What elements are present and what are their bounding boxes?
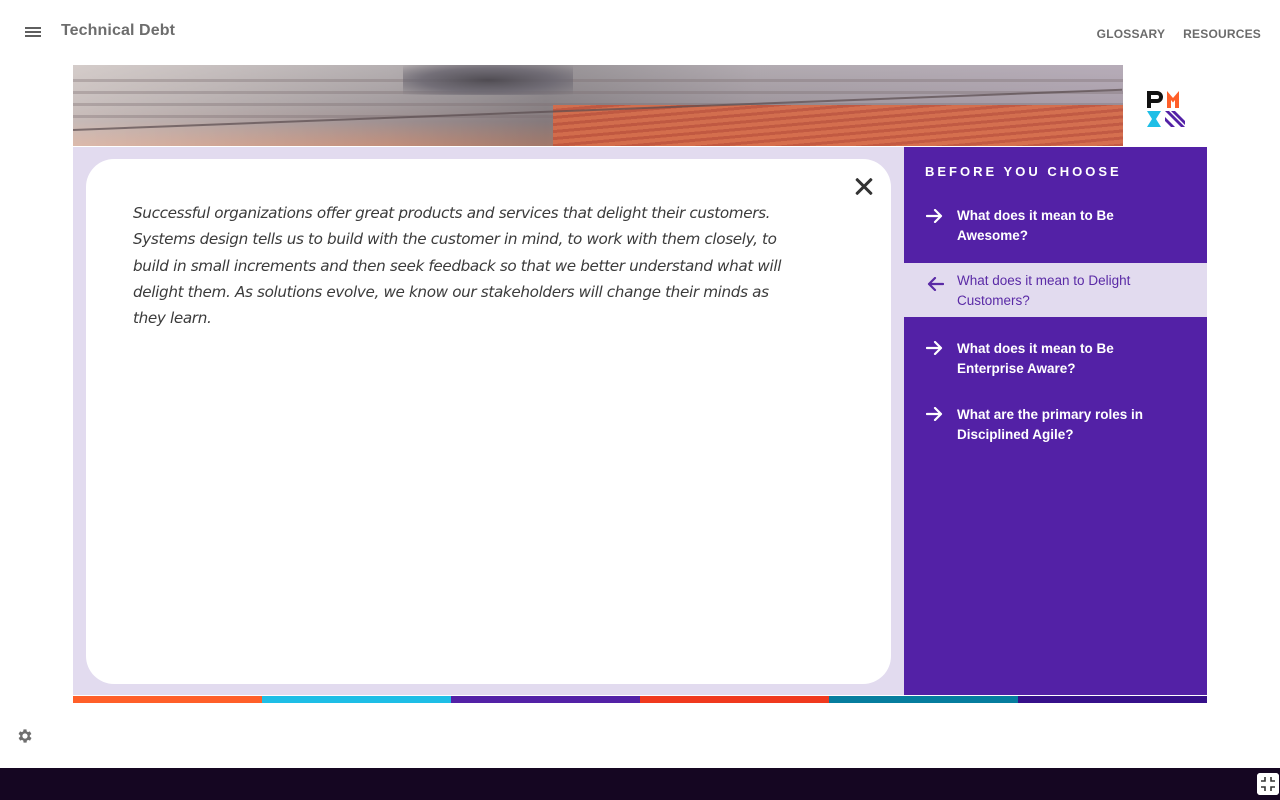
before-you-choose-panel: BEFORE YOU CHOOSE What does it mean to B… xyxy=(904,147,1207,695)
strip-segment xyxy=(451,696,640,703)
strip-segment xyxy=(640,696,829,703)
arrow-right-icon xyxy=(926,341,943,355)
sidebar-item-delight-customers[interactable]: What does it mean to Delight Customers? xyxy=(904,263,1207,317)
strip-segment xyxy=(1018,696,1207,703)
hamburger-menu-icon[interactable] xyxy=(22,22,44,42)
sidebar-item-label: What are the primary roles in Discipline… xyxy=(957,407,1144,442)
arrow-right-icon xyxy=(926,407,943,421)
arrow-left-icon xyxy=(927,277,944,291)
sidebar-item-label: What does it mean to Delight Customers? xyxy=(957,273,1131,308)
content-paragraph: Successful organizations offer great pro… xyxy=(133,204,782,328)
panel-title: BEFORE YOU CHOOSE xyxy=(925,164,1122,179)
header-banner-image xyxy=(73,65,1123,146)
bottom-bar xyxy=(0,768,1280,800)
exit-fullscreen-icon[interactable] xyxy=(1257,773,1279,795)
strip-segment xyxy=(262,696,451,703)
arrow-right-icon xyxy=(926,209,943,223)
top-nav: GLOSSARY RESOURCES xyxy=(1097,27,1261,41)
content-area: Successful organizations offer great pro… xyxy=(73,147,1207,695)
sidebar-item-label: What does it mean to Be Enterprise Aware… xyxy=(957,341,1114,376)
sidebar-item-be-awesome[interactable]: What does it mean to Be Awesome? xyxy=(904,201,1207,263)
top-bar: Technical Debt GLOSSARY RESOURCES xyxy=(0,0,1280,64)
pmi-logo xyxy=(1147,91,1185,127)
sidebar-item-primary-roles[interactable]: What are the primary roles in Discipline… xyxy=(904,399,1207,449)
gear-icon[interactable] xyxy=(16,727,34,745)
sidebar-item-label: What does it mean to Be Awesome? xyxy=(957,208,1114,243)
close-icon[interactable] xyxy=(852,175,876,199)
strip-segment xyxy=(73,696,262,703)
glossary-link[interactable]: GLOSSARY xyxy=(1097,27,1166,41)
brand-color-strip xyxy=(73,696,1207,703)
strip-segment xyxy=(829,696,1018,703)
content-card: Successful organizations offer great pro… xyxy=(86,159,891,684)
resources-link[interactable]: RESOURCES xyxy=(1183,27,1261,41)
sidebar-item-enterprise-aware[interactable]: What does it mean to Be Enterprise Aware… xyxy=(904,333,1207,383)
course-title: Technical Debt xyxy=(61,22,176,39)
